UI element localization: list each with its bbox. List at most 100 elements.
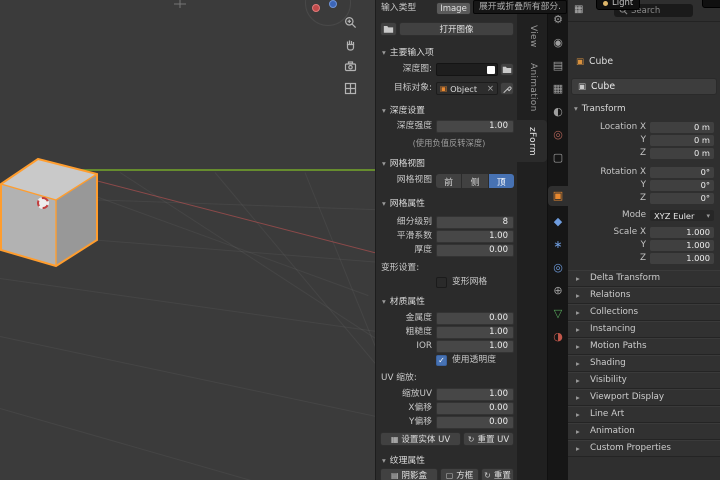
x-offset-label: X偏移 [408, 403, 432, 413]
section-depth-settings[interactable]: ▾ 深度设置 [382, 103, 425, 116]
location-y-field[interactable]: 0 m [650, 135, 714, 146]
tab-material-icon[interactable]: ◑ [548, 327, 568, 347]
tab-animation[interactable]: Animation [519, 56, 547, 118]
tab-zform[interactable]: zForm [517, 120, 547, 162]
depth-strength-field[interactable]: 1.00 [436, 120, 514, 133]
panel-line-art[interactable]: ▸ Line Art [568, 406, 720, 423]
tab-modifiers-icon[interactable]: ◆ [548, 212, 568, 232]
tab-physics-icon[interactable]: ◎ [548, 258, 568, 278]
3d-cursor [37, 197, 49, 209]
depth-map-swatch[interactable] [487, 66, 495, 74]
panel-collections[interactable]: ▸ Collections [568, 304, 720, 321]
roughness-field[interactable]: 1.00 [436, 326, 514, 339]
section-grid-properties[interactable]: ▾ 网格属性 [382, 196, 425, 209]
target-object-dropdown[interactable]: ▣ Object × [436, 82, 498, 95]
depth-map-input[interactable] [436, 63, 498, 76]
tab-render-icon[interactable]: ◉ [548, 33, 568, 53]
zoom-button[interactable] [342, 14, 358, 30]
grid-view-side-button[interactable]: 侧 [462, 174, 489, 188]
eyedropper-button[interactable] [500, 82, 514, 95]
open-image-label: 打开图像 [439, 25, 474, 35]
reset-uv-button[interactable]: ↻ 重置 UV [463, 432, 514, 446]
section-main-input[interactable]: ▾ 主要输入项 [382, 45, 434, 58]
tab-view-layer-icon[interactable]: ▦ [548, 79, 568, 99]
tab-view[interactable]: View [519, 18, 547, 54]
breadcrumb[interactable]: ▣ Cube [576, 56, 613, 67]
tab-output-icon[interactable]: ▤ [548, 56, 568, 76]
location-z-field[interactable]: 0 m [650, 148, 714, 159]
thickness-field[interactable]: 0.00 [436, 244, 514, 257]
folder-icon [383, 26, 394, 33]
scale-x-label: Scale X [613, 227, 647, 237]
deform-mesh-checkbox[interactable] [436, 277, 447, 288]
set-solid-uv-button[interactable]: ▦ 设置实体 UV [380, 432, 461, 446]
scale-z-field[interactable]: 1.000 [650, 253, 714, 264]
rotation-x-field[interactable]: 0° [650, 167, 714, 178]
metallic-field[interactable]: 0.00 [436, 312, 514, 325]
caret-down-icon: ▾ [382, 159, 386, 168]
section-material-properties[interactable]: ▾ 材质属性 [382, 294, 425, 307]
3d-viewport[interactable] [0, 0, 375, 480]
grid-line [214, 172, 375, 434]
tab-collection-icon[interactable]: ▢ [548, 148, 568, 168]
transform-panel-header[interactable]: ▾ Transform [574, 104, 626, 114]
section-grid-view[interactable]: ▾ 网格视图 [382, 156, 425, 169]
depth-map-label: 深度图: [402, 64, 432, 74]
caret-right-icon: ▸ [576, 274, 580, 283]
cube-object[interactable] [0, 150, 102, 272]
depth-map-browse-button[interactable] [500, 63, 514, 76]
tab-scene-icon[interactable]: ◐ [548, 102, 568, 122]
grid-view-front-button[interactable]: 前 [436, 174, 463, 188]
input-type-image-button[interactable]: Image [436, 2, 471, 15]
smooth-factor-field[interactable]: 1.00 [436, 230, 514, 243]
rotation-z-label: Z [639, 193, 646, 203]
tab-object-icon[interactable]: ▣ [548, 186, 568, 206]
tab-constraints-icon[interactable]: ⊕ [548, 281, 568, 301]
box-button[interactable]: ▢ 方框 [440, 468, 479, 480]
panel-motion-paths[interactable]: ▸ Motion Paths [568, 338, 720, 355]
ior-field[interactable]: 1.00 [436, 340, 514, 353]
y-offset-field[interactable]: 0.00 [436, 416, 514, 429]
target-object-label: 目标对象: [393, 83, 432, 93]
section-texture-properties[interactable]: ▾ 纹理属性 [382, 453, 425, 466]
camera-view-button[interactable] [342, 58, 358, 74]
open-image-folder-button[interactable] [380, 22, 397, 36]
panel-shading[interactable]: ▸ Shading [568, 355, 720, 372]
rotation-mode-dropdown[interactable]: XYZ Euler ▾ [650, 210, 714, 221]
tab-particles-icon[interactable]: ∗ [548, 235, 568, 255]
x-offset-field[interactable]: 0.00 [436, 402, 514, 415]
panel-animation[interactable]: ▸ Animation [568, 423, 720, 440]
gizmo-x-axis-dot[interactable] [312, 4, 320, 12]
uv-grid-icon: ▦ [390, 434, 399, 444]
tab-object-data-icon[interactable]: ▽ [548, 304, 568, 324]
panel-viewport-display[interactable]: ▸ Viewport Display [568, 389, 720, 406]
tool-options-panel: 输入类型 Image 打开图像 ▾ 主要输入项 深度图: 目标对象: ▣ Obje… [375, 0, 517, 480]
shadow-box-button[interactable]: ▤ 阴影盒 [380, 468, 438, 480]
caret-right-icon: ▸ [576, 325, 580, 334]
ortho-toggle-button[interactable] [342, 80, 358, 96]
scale-uv-field[interactable]: 1.00 [436, 388, 514, 401]
editor-type-icon[interactable]: ▦ [574, 4, 583, 15]
scale-y-field[interactable]: 1.000 [650, 240, 714, 251]
panel-instancing[interactable]: ▸ Instancing [568, 321, 720, 338]
pan-button[interactable] [342, 36, 358, 52]
caret-right-icon: ▸ [576, 444, 580, 453]
light-popup[interactable]: Light [596, 0, 641, 10]
subdivision-field[interactable]: 8 [436, 216, 514, 229]
scale-x-field[interactable]: 1.000 [650, 227, 714, 238]
open-image-button[interactable]: 打开图像 [399, 22, 514, 36]
rotation-y-field[interactable]: 0° [650, 180, 714, 191]
tab-world-icon[interactable]: ◎ [548, 125, 568, 145]
grid-view-top-button[interactable]: 顶 [488, 174, 514, 188]
clear-object-icon[interactable]: × [487, 84, 494, 94]
object-name-field[interactable]: ▣ Cube [571, 78, 717, 95]
texture-reset-button[interactable]: ↻ 重置 [481, 468, 514, 480]
panel-delta-transform[interactable]: ▸ Delta Transform [568, 270, 720, 287]
panel-visibility[interactable]: ▸ Visibility [568, 372, 720, 389]
gizmo-z-axis-dot[interactable] [329, 0, 337, 8]
location-x-field[interactable]: 0 m [650, 122, 714, 133]
use-transparency-checkbox[interactable]: ✓ [436, 355, 447, 366]
rotation-z-field[interactable]: 0° [650, 193, 714, 204]
panel-relations[interactable]: ▸ Relations [568, 287, 720, 304]
panel-custom-properties[interactable]: ▸ Custom Properties [568, 440, 720, 457]
